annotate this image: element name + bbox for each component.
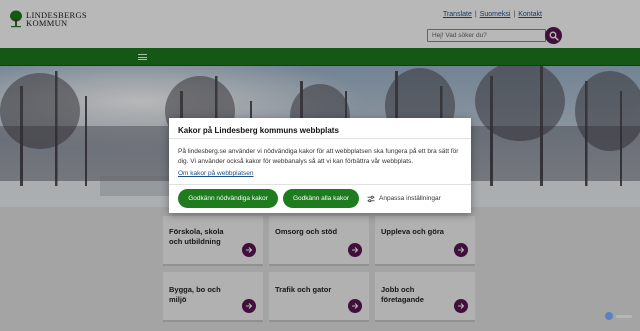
badge-bar xyxy=(616,314,632,318)
accept-all-cookies-button[interactable]: Godkänn alla kakor xyxy=(283,189,359,208)
about-cookies-link[interactable]: Om kakor på webbplatsen xyxy=(178,170,254,177)
recaptcha-badge-icon xyxy=(604,311,634,321)
dialog-body-text: På lindesberg.se använder vi nödvändiga … xyxy=(178,148,459,165)
sliders-icon xyxy=(367,195,375,202)
adjust-settings-label: Anpassa inställningar xyxy=(379,195,441,202)
dialog-title: Kakor på Lindesberg kommuns webbplats xyxy=(178,126,339,135)
accept-necessary-cookies-button[interactable]: Godkänn nödvändiga kakor xyxy=(178,189,278,208)
divider xyxy=(169,138,471,139)
divider xyxy=(169,184,471,185)
cookie-consent-dialog: Kakor på Lindesberg kommuns webbplats På… xyxy=(169,118,471,213)
adjust-settings-button[interactable]: Anpassa inställningar xyxy=(367,191,441,206)
